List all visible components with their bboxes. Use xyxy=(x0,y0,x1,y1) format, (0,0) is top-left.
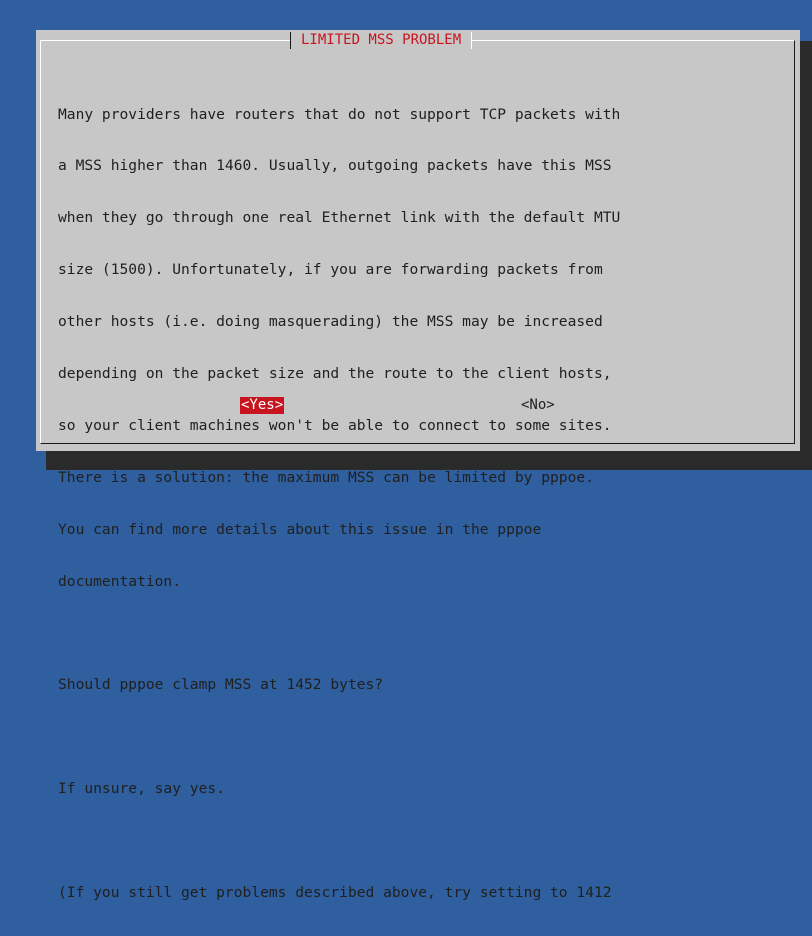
message-line: other hosts (i.e. doing masquerading) th… xyxy=(58,313,603,331)
message-line: a MSS higher than 1460. Usually, outgoin… xyxy=(58,157,612,175)
dialog-message: Many providers have routers that do not … xyxy=(58,71,778,936)
dialog-title: LIMITED MSS PROBLEM xyxy=(301,32,462,48)
yes-button[interactable]: <Yes> xyxy=(240,397,285,414)
message-line: size (1500). Unfortunately, if you are f… xyxy=(58,261,603,279)
mss-dialog: LIMITED MSS PROBLEM Many providers have … xyxy=(36,30,800,901)
message-line: documentation. xyxy=(58,572,182,590)
dialog-title-bar: LIMITED MSS PROBLEM xyxy=(290,32,473,49)
note-line: (If you still get problems described abo… xyxy=(58,883,612,901)
message-line: when they go through one real Ethernet l… xyxy=(58,209,621,227)
hint-line: If unsure, say yes. xyxy=(58,780,225,798)
message-line: Many providers have routers that do not … xyxy=(58,105,621,123)
no-button[interactable]: <No> xyxy=(521,397,555,414)
message-line: There is a solution: the maximum MSS can… xyxy=(58,468,594,486)
dialog-buttons: <Yes> <No> xyxy=(36,397,800,415)
message-line: so your client machines won't be able to… xyxy=(58,416,612,434)
message-line: You can find more details about this iss… xyxy=(58,520,542,538)
message-line: depending on the packet size and the rou… xyxy=(58,365,612,383)
question-line: Should pppoe clamp MSS at 1452 bytes? xyxy=(58,676,384,694)
